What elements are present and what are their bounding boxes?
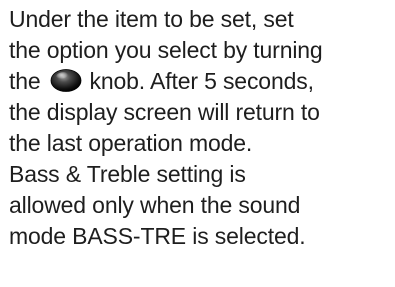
knob-icon xyxy=(50,68,82,92)
text-line: Bass & Treble setting is xyxy=(9,161,246,187)
instruction-text: Under the item to be set, set the option… xyxy=(9,4,395,252)
text-fragment: the xyxy=(9,68,41,94)
text-line: the display screen will return to xyxy=(9,99,320,125)
text-line: Under the item to be set, set xyxy=(9,6,294,32)
text-line: mode BASS-TRE is selected. xyxy=(9,223,306,249)
text-line: the last operation mode. xyxy=(9,130,253,156)
text-fragment: knob. After 5 seconds, xyxy=(89,68,314,94)
text-line-with-knob: the knob. After 5 seconds, xyxy=(9,66,395,97)
text-line: the option you select by turning xyxy=(9,37,323,63)
text-line: allowed only when the sound xyxy=(9,192,301,218)
